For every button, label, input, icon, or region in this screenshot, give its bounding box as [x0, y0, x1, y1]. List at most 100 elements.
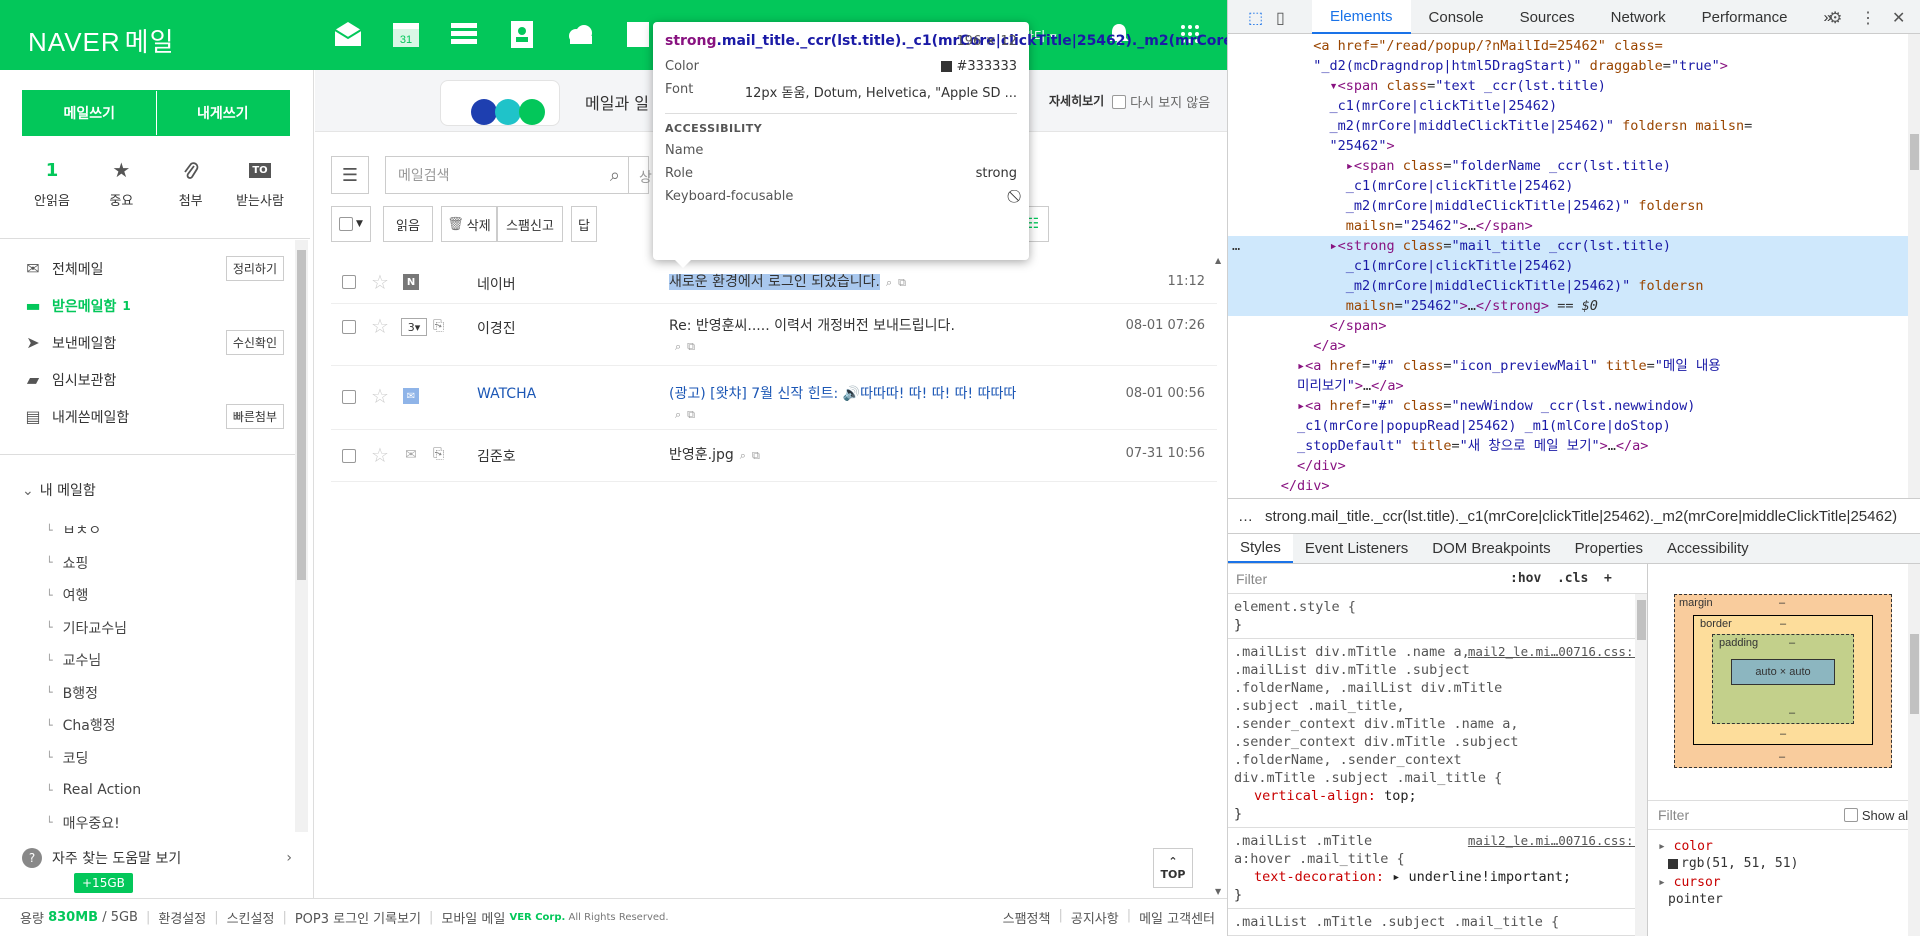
tab-properties[interactable]: Properties: [1563, 534, 1655, 563]
pop3-log-link[interactable]: POP3 로그인 기록보기: [295, 908, 421, 927]
new-window-icon[interactable]: ⧉: [898, 276, 906, 289]
mail-sender[interactable]: WATCHA: [477, 386, 536, 402]
tab-dom-breakpoints[interactable]: DOM Breakpoints: [1420, 534, 1562, 563]
row-checkbox[interactable]: [342, 320, 356, 334]
computed-scrollbar[interactable]: [1908, 564, 1920, 936]
dom-scrollbar[interactable]: [1908, 34, 1920, 498]
tab-styles[interactable]: Styles: [1228, 534, 1293, 563]
mail-subject[interactable]: Re: 반영훈씨..... 이력서 개정버전 보내드립니다. ⌕ ⧉: [669, 316, 1029, 357]
mail-row[interactable]: ☆ N 네이버 새로운 환경에서 로그인 되었습니다. ⌕ ⧉ 11:12: [331, 260, 1217, 304]
row-checkbox[interactable]: [342, 449, 356, 463]
self-compose-button[interactable]: 내게쓰기: [156, 91, 289, 135]
compose-button[interactable]: 메일쓰기: [23, 91, 157, 135]
search-option[interactable]: 상: [629, 156, 652, 194]
sidebar-scrollbar[interactable]: [295, 240, 308, 832]
gear-icon[interactable]: ⚙: [1828, 8, 1842, 28]
subfolder-item[interactable]: └ 교수님: [46, 644, 286, 677]
tab-console[interactable]: Console: [1411, 0, 1502, 34]
help-link[interactable]: ? 자주 찾는 도움말 보기 ›: [22, 848, 292, 868]
rule-source-link[interactable]: mail2_le.mi…00716.css:1: [1468, 832, 1641, 850]
cloud-icon[interactable]: [562, 14, 598, 54]
subfolder-item[interactable]: └ B행정: [46, 677, 286, 710]
tab-sources[interactable]: Sources: [1502, 0, 1593, 34]
menu-icon[interactable]: ☰: [331, 156, 369, 194]
star-icon[interactable]: ☆: [371, 443, 389, 467]
organize-button[interactable]: 정리하기: [225, 256, 284, 281]
my-mailbox-toggle[interactable]: ⌄ 내 메일함: [22, 480, 96, 500]
calendar-icon[interactable]: 31: [388, 14, 424, 54]
subfolder-item[interactable]: └ Cha행정: [46, 709, 286, 742]
folder-drafts[interactable]: ▰ 임시보관함: [22, 361, 284, 398]
tab-network[interactable]: Network: [1593, 0, 1684, 34]
preview-icon[interactable]: ⌕: [675, 408, 681, 421]
subfolder-item[interactable]: └ 기타교수님: [46, 612, 286, 645]
mail-title[interactable]: 새로운 환경에서 로그인 되었습니다.: [669, 274, 880, 290]
mail-subject[interactable]: 반영훈.jpg ⌕ ⧉: [669, 445, 1029, 466]
spam-policy-link[interactable]: 스팸정책: [1003, 908, 1051, 927]
show-all-toggle[interactable]: Show all: [1843, 808, 1911, 823]
search-input[interactable]: 메일검색 ⌕: [385, 156, 629, 194]
inspect-icon[interactable]: ⬚: [1248, 8, 1263, 28]
styles-scrollbar[interactable]: [1635, 594, 1647, 936]
mail-row[interactable]: ☆ ✉ ⎘ 김준호 반영훈.jpg ⌕ ⧉ 07-31 10:56: [331, 430, 1217, 482]
tab-performance[interactable]: Performance: [1684, 0, 1806, 34]
banner-dismiss[interactable]: 다시 보지 않음: [1112, 92, 1210, 111]
scroll-down-icon[interactable]: ▼: [1215, 887, 1221, 896]
notice-link[interactable]: 공지사항: [1071, 908, 1119, 927]
mail-subject[interactable]: 새로운 환경에서 로그인 되었습니다. ⌕ ⧉: [669, 272, 1029, 293]
to-filter[interactable]: TO 받는사람: [230, 156, 290, 209]
important-filter[interactable]: ★ 중요: [91, 156, 151, 209]
search-icon[interactable]: ⌕: [610, 165, 620, 186]
preview-icon[interactable]: ⌕: [675, 340, 681, 353]
breadcrumb-node[interactable]: strong.mail_title._ccr(lst.title)._c1(mr…: [1265, 508, 1897, 525]
rule-property[interactable]: text-decoration: ▸ underline!important;: [1234, 868, 1641, 886]
spam-button[interactable]: 스팸신고: [497, 206, 563, 242]
support-link[interactable]: 메일 고객센터: [1139, 908, 1215, 927]
contacts-icon[interactable]: [504, 14, 540, 54]
list-icon[interactable]: [446, 14, 482, 54]
mail-row[interactable]: ☆ 3 ▾ ⎘ 이경진 Re: 반영훈씨..... 이력서 개정버전 보내드립니다…: [331, 304, 1217, 366]
settings-link[interactable]: 환경설정: [158, 908, 206, 927]
mail-row[interactable]: ☆ ✉ WATCHA (광고) [왓챠] 7월 신작 힌트: 🔊따따따! 따! …: [331, 366, 1217, 430]
tab-accessibility[interactable]: Accessibility: [1655, 534, 1761, 563]
device-toggle-icon[interactable]: ▯: [1276, 8, 1285, 28]
box-content[interactable]: auto × auto: [1731, 659, 1835, 685]
thread-count[interactable]: 3 ▾: [401, 318, 427, 336]
box-border[interactable]: border – – padding – auto × auto –: [1693, 615, 1873, 745]
computed-filter[interactable]: Filter Show all: [1648, 800, 1920, 830]
folder-inbox[interactable]: ▬ 받은메일함 1: [22, 287, 284, 324]
folder-sent[interactable]: ➤ 보낸메일함 수신확인: [22, 324, 284, 361]
tab-elements[interactable]: Elements: [1312, 0, 1411, 34]
star-icon[interactable]: ☆: [371, 384, 389, 408]
attachment-filter[interactable]: 첨부: [161, 156, 221, 209]
row-checkbox[interactable]: [342, 390, 356, 404]
dismiss-checkbox[interactable]: [1112, 94, 1126, 109]
folder-self[interactable]: ▤ 내게쓴메일함 빠른첨부: [22, 398, 284, 435]
delete-button[interactable]: 🗑 삭제: [441, 206, 497, 242]
selected-node[interactable]: … ▸<strong class="mail_title _ccr(lst.ti…: [1228, 236, 1920, 256]
add-rule-icon[interactable]: +: [1604, 571, 1612, 586]
computed-prop[interactable]: ▸ cursor: [1658, 874, 1798, 891]
mail-title[interactable]: 반영훈.jpg: [669, 447, 734, 463]
scroll-up-icon[interactable]: ▲: [1215, 256, 1221, 265]
banner-detail-link[interactable]: 자세히보기: [1049, 92, 1104, 109]
skin-link[interactable]: 스킨설정: [227, 908, 275, 927]
rule-property[interactable]: vertical-align: top;: [1234, 787, 1641, 805]
row-checkbox[interactable]: [342, 275, 356, 289]
hov-toggle[interactable]: :hov: [1510, 571, 1541, 586]
styles-filter[interactable]: Filter:hov .cls +: [1228, 564, 1647, 594]
close-icon[interactable]: ✕: [1892, 8, 1905, 28]
subfolder-item[interactable]: └ 쇼핑: [46, 547, 286, 580]
mark-read-button[interactable]: 읽음: [383, 206, 433, 242]
read-receipt-button[interactable]: 수신확인: [225, 330, 284, 355]
new-window-icon[interactable]: ⧉: [752, 449, 760, 462]
subfolder-item[interactable]: └ ㅂㅊㅇ: [46, 514, 286, 547]
unread-filter[interactable]: 1 안읽음: [22, 156, 82, 210]
mail-title[interactable]: (광고) [왓챠] 7월 신작 힌트: 🔊따따따! 따! 따! 따! 따따따: [669, 386, 1016, 402]
star-icon[interactable]: ☆: [371, 270, 389, 294]
mail-list-scrollbar[interactable]: ▲ ▼: [1213, 256, 1227, 896]
star-icon[interactable]: ☆: [371, 314, 389, 338]
mail-sender[interactable]: 이경진: [477, 318, 516, 338]
naver-mail-logo[interactable]: NAVER 메일: [24, 20, 175, 57]
new-window-icon[interactable]: ⧉: [687, 340, 695, 353]
